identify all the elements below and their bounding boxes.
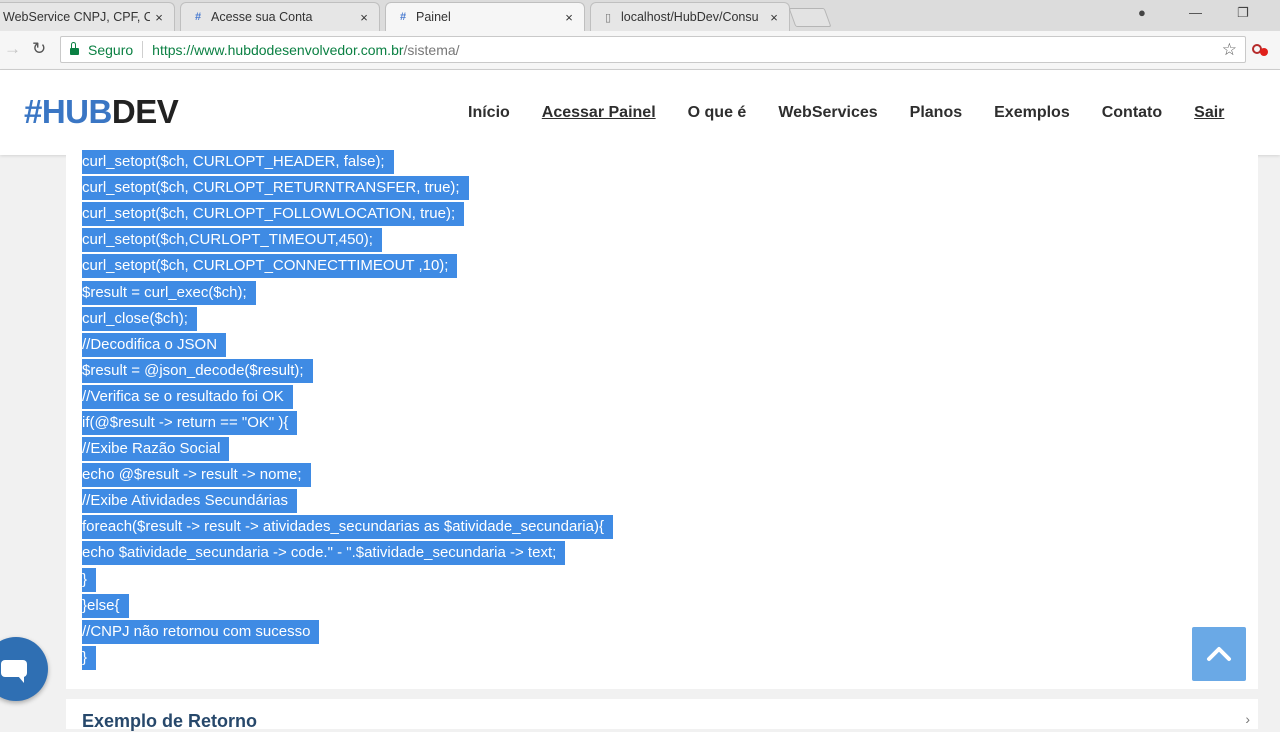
code-line: } (82, 645, 613, 671)
return-example-card: Exemplo de Retorno › (66, 699, 1258, 731)
nav-webservices[interactable]: WebServices (778, 103, 877, 123)
code-line: }else{ (82, 593, 613, 619)
code-text: foreach($result -> result -> atividades_… (82, 515, 613, 540)
code-line: //Exibe Atividades Secundárias (82, 488, 613, 514)
code-text: //Decodifica o JSON (82, 332, 227, 357)
code-line: $result = @json_decode($result); (82, 358, 613, 384)
chevron-right-icon[interactable]: › (1245, 711, 1250, 727)
code-line: //Verifica se o resultado foi OK (82, 384, 613, 410)
forward-arrow-icon[interactable]: → (4, 39, 21, 59)
code-line: foreach($result -> result -> atividades_… (82, 514, 613, 540)
chat-icon (1, 660, 27, 683)
code-text: }else{ (82, 593, 129, 618)
code-line: //Exibe Razão Social (82, 436, 613, 462)
divider (142, 41, 144, 58)
code-text: $result = curl_exec($ch); (82, 280, 256, 305)
code-line: curl_setopt($ch, CURLOPT_FOLLOWLOCATION,… (82, 201, 613, 227)
code-text: curl_setopt($ch,CURLOPT_TIMEOUT,450); (82, 228, 382, 253)
browser-tab-strip: WebService CNPJ, CPF, CE × # Acesse sua … (0, 0, 1280, 32)
tab-close-icon[interactable]: × (765, 10, 783, 25)
code-text: if(@$result -> return == "OK" ){ (82, 410, 298, 435)
logo-dev: DEV (111, 93, 179, 130)
tab-close-icon[interactable]: × (560, 10, 578, 25)
code-line: curl_setopt($ch, CURLOPT_RETURNTRANSFER,… (82, 175, 613, 201)
section-heading: Exemplo de Retorno (82, 711, 258, 731)
main-nav: Início Acessar Painel O que é WebService… (468, 103, 1256, 123)
logo-hub: #HUB (24, 93, 112, 130)
reload-icon[interactable]: ↻ (32, 39, 46, 59)
nav-contato[interactable]: Contato (1102, 103, 1162, 123)
tab-close-icon[interactable]: × (150, 10, 168, 25)
browser-tab-active[interactable]: # Painel × (385, 2, 585, 31)
browser-tab[interactable]: ▯ localhost/HubDev/Consu × (590, 2, 790, 31)
tab-title: WebService CNPJ, CPF, CE (3, 10, 150, 24)
code-text: curl_setopt($ch, CURLOPT_HEADER, false); (82, 150, 394, 175)
code-text: //Verifica se o resultado foi OK (82, 384, 293, 409)
code-text: echo @$result -> result -> nome; (82, 463, 311, 488)
site-header: #HUBDEV Início Acessar Painel O que é We… (0, 70, 1280, 155)
code-text: } (82, 567, 97, 592)
code-line: } (82, 567, 613, 593)
tab-title: localhost/HubDev/Consu (621, 10, 759, 24)
bookmark-star-icon[interactable]: ☆ (1222, 40, 1237, 60)
tab-title: Acesse sua Conta (211, 10, 313, 24)
nav-o-que-e[interactable]: O que é (688, 103, 747, 123)
extension-icon[interactable] (1252, 42, 1269, 57)
page-icon: ▯ (604, 11, 612, 24)
browser-toolbar: → ↻ Seguro https://www.hubdodesenvolvedo… (0, 31, 1280, 70)
code-text: curl_setopt($ch, CURLOPT_CONNECTTIMEOUT … (82, 254, 458, 279)
code-text: curl_setopt($ch, CURLOPT_FOLLOWLOCATION,… (82, 202, 465, 227)
code-text: curl_close($ch); (82, 306, 197, 331)
code-block[interactable]: curl_setopt($ch, CURLOPT_HEADER, false);… (82, 149, 613, 671)
browser-tab[interactable]: # Acesse sua Conta × (180, 2, 380, 31)
code-text: curl_setopt($ch, CURLOPT_RETURNTRANSFER,… (82, 176, 469, 201)
restore-icon[interactable]: ❐ (1237, 5, 1249, 21)
code-line: curl_close($ch); (82, 306, 613, 332)
lock-icon (70, 42, 79, 55)
new-tab-button[interactable] (788, 8, 832, 27)
browser-tab[interactable]: WebService CNPJ, CPF, CE × (0, 2, 175, 31)
code-text: $result = @json_decode($result); (82, 358, 313, 383)
code-line: echo $atividade_secundaria -> code." - "… (82, 540, 613, 566)
code-line: //Decodifica o JSON (82, 332, 613, 358)
code-text: //Exibe Razão Social (82, 437, 230, 462)
site-logo[interactable]: #HUBDEV (24, 92, 179, 132)
code-text: //Exibe Atividades Secundárias (82, 489, 297, 514)
code-line: $result = curl_exec($ch); (82, 279, 613, 305)
hashtag-icon: # (194, 11, 202, 23)
nav-sair[interactable]: Sair (1194, 103, 1224, 123)
code-line: //CNPJ não retornou com sucesso (82, 619, 613, 645)
address-bar[interactable]: Seguro https://www.hubdodesenvolvedor.co… (60, 36, 1246, 63)
nav-exemplos[interactable]: Exemplos (994, 103, 1070, 123)
code-line: if(@$result -> return == "OK" ){ (82, 410, 613, 436)
chevron-up-icon (1207, 647, 1231, 661)
code-line: curl_setopt($ch, CURLOPT_HEADER, false); (82, 149, 613, 175)
nav-inicio[interactable]: Início (468, 103, 510, 123)
tab-close-icon[interactable]: × (355, 10, 373, 25)
chat-widget-button[interactable] (0, 637, 48, 701)
profile-icon[interactable]: ● (1138, 5, 1146, 20)
code-text: //CNPJ não retornou com sucesso (82, 619, 320, 644)
code-line: curl_setopt($ch, CURLOPT_CONNECTTIMEOUT … (82, 253, 613, 279)
code-text: echo $atividade_secundaria -> code." - "… (82, 541, 566, 566)
url-path: /sistema/ (403, 41, 460, 58)
code-text: } (82, 645, 97, 670)
url-host: https://www.hubdodesenvolvedor.com.br (152, 41, 404, 58)
code-line: echo @$result -> result -> nome; (82, 462, 613, 488)
scroll-to-top-button[interactable] (1192, 627, 1246, 681)
nav-planos[interactable]: Planos (910, 103, 962, 123)
tab-title: Painel (416, 10, 451, 24)
code-line: curl_setopt($ch,CURLOPT_TIMEOUT,450); (82, 227, 613, 253)
nav-acessar-painel[interactable]: Acessar Painel (542, 103, 656, 123)
hashtag-icon: # (399, 11, 407, 23)
minimize-icon[interactable]: — (1189, 5, 1202, 20)
secure-label: Seguro (88, 41, 134, 58)
